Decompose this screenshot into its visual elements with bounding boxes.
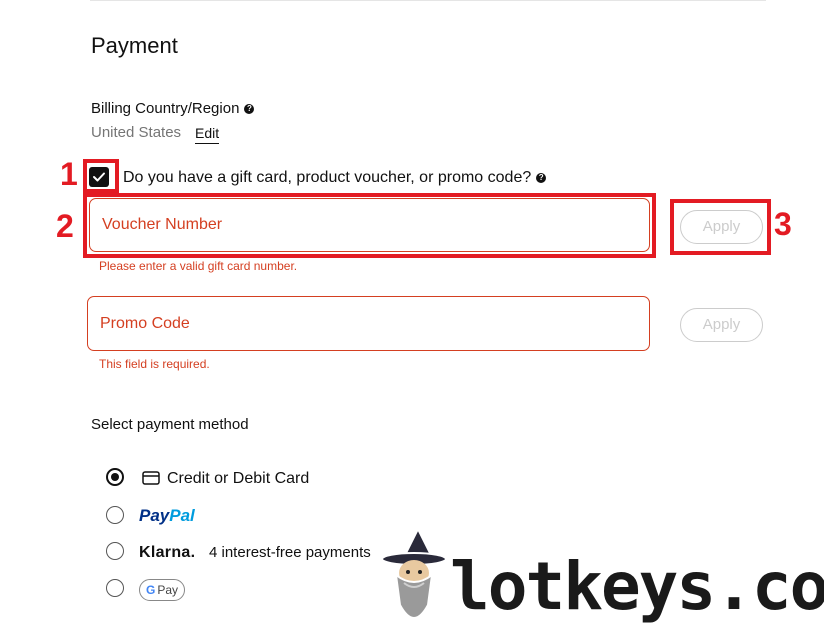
gift-card-question-text: Do you have a gift card, product voucher… xyxy=(123,169,532,186)
paypal-logo[interactable]: PayPal xyxy=(139,506,195,526)
gift-card-question: Do you have a gift card, product voucher… xyxy=(123,169,547,187)
google-pay-logo[interactable]: G Pay xyxy=(139,579,185,601)
annotation-number-1: 1 xyxy=(60,156,78,192)
klarna-label[interactable]: 4 interest-free payments xyxy=(209,544,371,561)
wizard-mascot-icon xyxy=(378,526,448,637)
help-icon[interactable]: ? xyxy=(244,104,255,115)
billing-country-label: Billing Country/Region? xyxy=(91,100,255,117)
page-title: Payment xyxy=(91,33,178,58)
payment-method-label: Select payment method xyxy=(91,416,249,433)
paypal-logo-pal: Pal xyxy=(169,506,195,525)
radio-google-pay[interactable] xyxy=(106,579,124,597)
top-divider xyxy=(90,0,766,1)
voucher-error-message: Please enter a valid gift card number. xyxy=(99,259,298,273)
klarna-logo[interactable]: Klarna. xyxy=(139,544,195,562)
promo-code-input[interactable]: Promo Code xyxy=(87,296,650,351)
annotation-number-3: 3 xyxy=(774,206,792,242)
annotation-number-2: 2 xyxy=(56,208,74,244)
promo-error-message: This field is required. xyxy=(99,357,210,371)
radio-paypal[interactable] xyxy=(106,506,124,524)
billing-country-value: United States xyxy=(91,124,182,141)
credit-card-icon xyxy=(142,471,160,490)
edit-country-link[interactable]: Edit xyxy=(195,125,220,144)
credit-card-label[interactable]: Credit or Debit Card xyxy=(167,470,309,488)
google-pay-label: Pay xyxy=(157,583,179,597)
google-g-icon: G xyxy=(145,583,156,597)
billing-country-label-text: Billing Country/Region xyxy=(91,100,240,117)
radio-credit-card[interactable] xyxy=(106,468,124,486)
annotation-box-3 xyxy=(670,199,771,255)
help-icon[interactable]: ? xyxy=(536,172,547,183)
radio-klarna[interactable] xyxy=(106,542,124,560)
promo-apply-button[interactable]: Apply xyxy=(680,308,763,342)
annotation-box-1 xyxy=(83,159,119,193)
promo-code-placeholder: Promo Code xyxy=(100,314,190,332)
watermark-text: lotkeys.com xyxy=(448,547,824,627)
paypal-logo-pay: Pay xyxy=(139,506,170,525)
annotation-box-2 xyxy=(83,193,656,258)
